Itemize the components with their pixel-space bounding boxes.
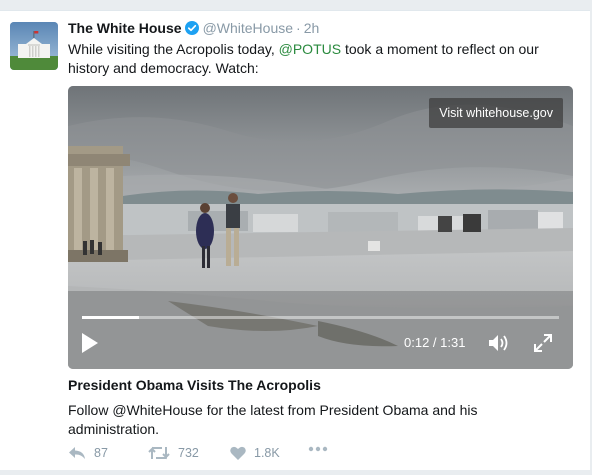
tweet-text-before: While visiting the Acropolis today, [68,41,279,57]
white-house-avatar-image [10,22,58,70]
retweet-icon [148,446,170,460]
video-progress-fill [82,316,140,319]
play-icon[interactable] [80,332,100,354]
like-count: 1.8K [254,446,280,460]
video-frame-image [68,86,573,369]
reply-button[interactable]: 87 [68,446,108,460]
video-progress-bar[interactable] [82,316,559,319]
video-time: 0:12 / 1:31 [404,335,466,350]
avatar[interactable] [10,22,58,70]
heart-icon [230,446,246,460]
tweet-card[interactable]: The White House @WhiteHouse · 2h While visi… [0,10,590,470]
card-title[interactable]: President Obama Visits The Acropolis [68,377,321,393]
account-handle[interactable]: @WhiteHouse [203,20,293,36]
tweet-header: The White House @WhiteHouse · 2h [68,20,319,40]
fullscreen-icon[interactable] [533,333,553,353]
more-icon [308,446,328,452]
tweet-timestamp[interactable]: 2h [304,20,320,36]
account-name[interactable]: The White House [68,20,182,36]
retweet-count: 732 [178,446,199,460]
card-description: Follow @WhiteHouse for the latest from P… [68,402,478,437]
tweet-text: While visiting the Acropolis today, @POT… [68,40,568,78]
visit-website-button[interactable]: Visit whitehouse.gov [429,98,563,128]
separator-dot: · [296,20,301,36]
reply-count: 87 [94,446,108,460]
like-button[interactable]: 1.8K [230,446,280,460]
more-button[interactable] [308,446,328,452]
mention-link[interactable]: @POTUS [279,41,341,57]
volume-icon[interactable] [488,333,510,353]
verified-badge-icon [184,21,199,38]
retweet-button[interactable]: 732 [148,446,199,460]
video-player[interactable]: Visit whitehouse.gov 0:12 / 1:31 [68,86,573,369]
reply-icon [68,446,86,460]
